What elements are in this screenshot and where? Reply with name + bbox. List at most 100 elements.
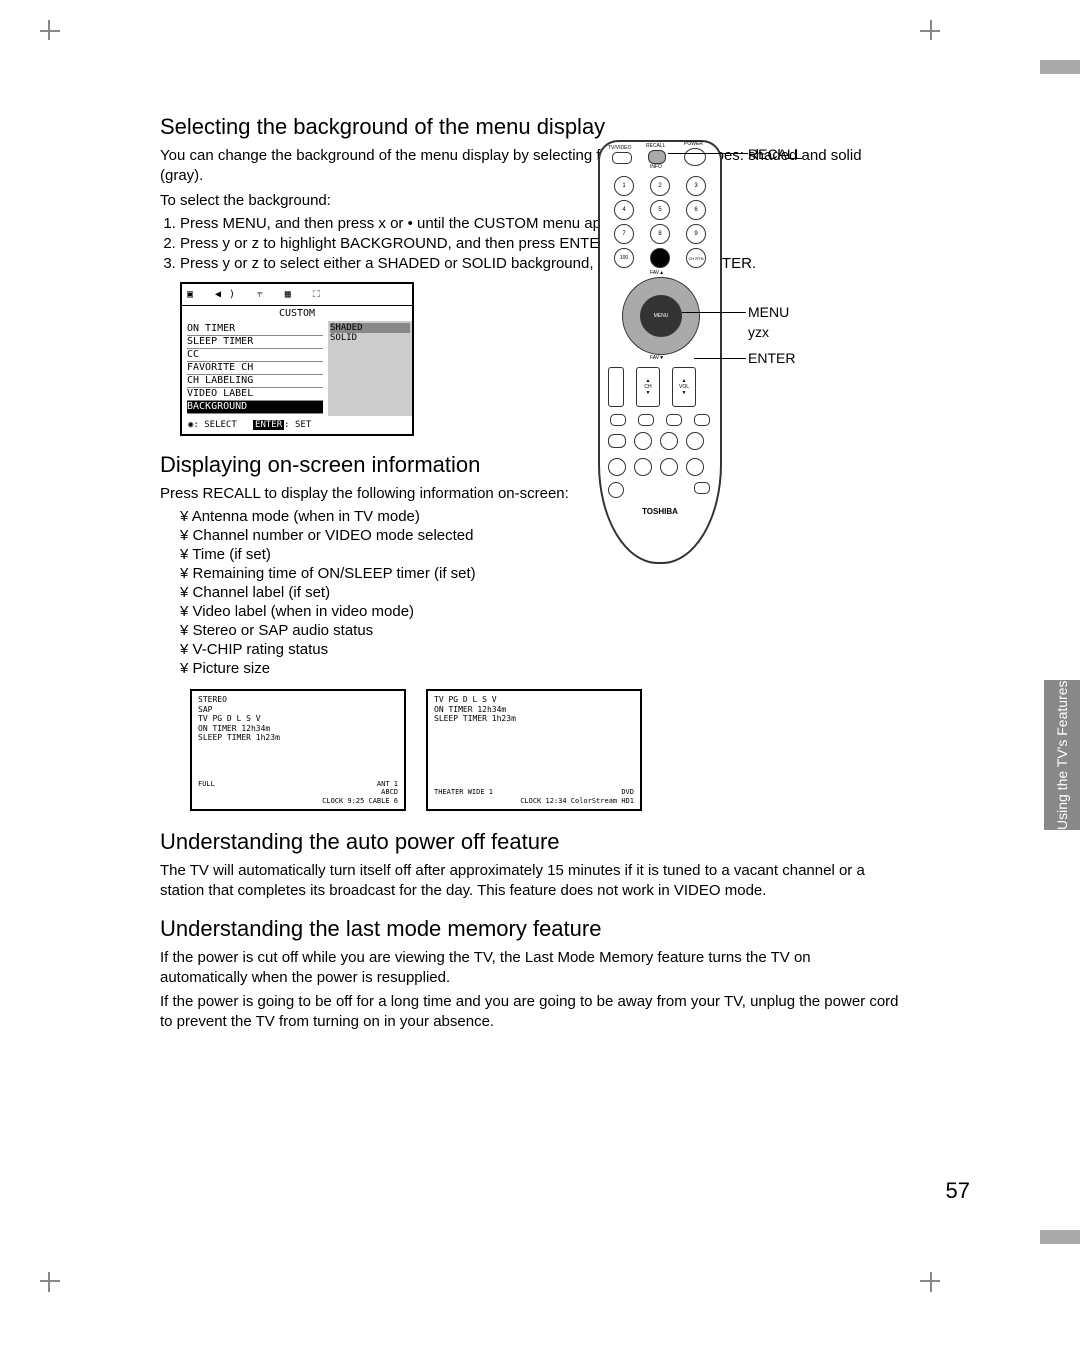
screen-a-brm: CLOCK 9:25 CABLE 6 (322, 797, 398, 805)
numpad-7: 7 (614, 224, 634, 244)
play-button (686, 432, 704, 450)
numpad-8: 8 (650, 224, 670, 244)
rew-button (608, 458, 626, 476)
osd-item: V-CHIP rating status (180, 641, 900, 658)
page-number: 57 (946, 1178, 970, 1204)
sleep-button (694, 414, 710, 426)
menu-item: CH LABELING (187, 375, 323, 388)
menu-item-highlighted: BACKGROUND (187, 401, 323, 414)
menu-item: VIDEO LABEL (187, 388, 323, 401)
screen-b-line: ON TIMER 12h34m (434, 705, 634, 715)
osd-item: Channel label (if set) (180, 584, 900, 601)
menu-footer: ◉: SELECT ENTER: SET (182, 416, 412, 434)
menu-options: SHADED SOLID (328, 321, 412, 416)
osd-item: Antenna mode (when in TV mode) (180, 508, 900, 525)
page: Selecting the background of the menu dis… (0, 0, 1080, 1364)
menu-title: CUSTOM (182, 306, 412, 321)
skipf-button (686, 458, 704, 476)
cropmark (48, 1272, 50, 1292)
stop-button (660, 432, 678, 450)
screen-a-line: ON TIMER 12h34m (198, 724, 398, 734)
screen-a-line: SAP (198, 705, 398, 715)
screen-a-line: TV PG D L S V (198, 714, 398, 724)
osd-item: Video label (when in video mode) (180, 603, 900, 620)
screen-b-line: SLEEP TIMER 1h23m (434, 714, 634, 724)
screen-b-brm: CLOCK 12:34 ColorStream HD1 (520, 797, 634, 805)
heading-lastmode: Understanding the last mode memory featu… (160, 916, 900, 942)
numpad-3: 3 (686, 176, 706, 196)
autooff-body: The TV will automatically turn itself of… (160, 861, 900, 902)
numpad-6: 6 (686, 200, 706, 220)
power-button (684, 148, 706, 166)
cropmark (48, 20, 50, 40)
menu-option-solid: SOLID (330, 333, 410, 343)
numpad-5: 5 (650, 200, 670, 220)
menu-item: FAVORITE CH (187, 362, 323, 375)
heading-osd: Displaying on-screen information (160, 452, 900, 478)
registration-mark (1040, 1230, 1080, 1244)
osd-list: Antenna mode (when in TV mode) Channel n… (180, 508, 900, 677)
menu-footer-select: : SELECT (193, 420, 236, 430)
recall-label: RECALL (646, 143, 665, 149)
lastmode-p1: If the power is cut off while you are vi… (160, 948, 900, 989)
remote-brand: TOSHIBA (600, 507, 720, 516)
numpad-1: 1 (614, 176, 634, 196)
osd-screen-b: TV PG D L S V ON TIMER 12h34m SLEEP TIME… (426, 689, 642, 811)
menu-footer-set: : SET (284, 420, 311, 430)
callout-arrows: yzx (748, 324, 769, 340)
chrtn-button: CH RTN (686, 248, 706, 268)
remote-illustration: TV/VIDEO RECALL POWER INFO 1 2 3 4 5 6 7… (598, 140, 722, 564)
mute-button (666, 414, 682, 426)
remote-body: TV/VIDEO RECALL POWER INFO 1 2 3 4 5 6 7… (598, 140, 722, 564)
osd-intro: Press RECALL to display the following in… (160, 484, 900, 504)
osd-item: Channel number or VIDEO mode selected (180, 527, 900, 544)
callout-line-recall (668, 153, 748, 154)
screen-a-line: SLEEP TIMER 1h23m (198, 733, 398, 743)
skip-button (660, 458, 678, 476)
bg-step-2: Press y or z to highlight BACKGROUND, an… (180, 235, 900, 252)
main-content: Selecting the background of the menu dis… (160, 100, 900, 1037)
screen-a-bl: FULL (198, 780, 215, 805)
menu-icon-row: ▣ ◀) ⫧ ▦ ⛶ (182, 284, 412, 306)
screen-a-brt: ANT 1 ABCD (377, 780, 398, 796)
vol-rocker: ▲VOL▼ (672, 367, 696, 407)
numpad-9: 9 (686, 224, 706, 244)
numpad-0 (650, 248, 670, 268)
osd-screen-a: STEREO SAP TV PG D L S V ON TIMER 12h34m… (190, 689, 406, 811)
osd-item: Time (if set) (180, 546, 900, 563)
popdirect-button (610, 414, 626, 426)
ff-button (634, 458, 652, 476)
tvvcr-button (608, 434, 626, 448)
osd-item: Picture size (180, 660, 900, 677)
osd-screens: STEREO SAP TV PG D L S V ON TIMER 12h34m… (190, 689, 900, 811)
info-label: INFO (650, 164, 662, 170)
numpad-2: 2 (650, 176, 670, 196)
bg-steps: Press MENU, and then press x or • until … (180, 215, 900, 272)
ch-button (638, 414, 654, 426)
callout-enter: ENTER (748, 350, 795, 366)
chscan-button (608, 482, 624, 498)
registration-mark (1040, 60, 1080, 74)
menu-option-shaded: SHADED (330, 323, 410, 333)
osd-item: Stereo or SAP audio status (180, 622, 900, 639)
lastmode-p2: If the power is going to be off for a lo… (160, 992, 900, 1033)
cropmark (930, 1272, 932, 1292)
callout-line-enter (694, 358, 746, 359)
favup-label: FAV▲ (650, 270, 664, 276)
callout-recall: RECALL (748, 146, 802, 162)
menu-items: ON TIMER SLEEP TIMER CC FAVORITE CH CH L… (182, 321, 328, 416)
sidebar-tab: Using the TV's Features (1044, 680, 1080, 830)
cropmark (40, 1280, 60, 1282)
numpad-100: 100 (614, 248, 634, 268)
tvvideo-label: TV/VIDEO (608, 145, 631, 151)
heading-autooff: Understanding the auto power off feature (160, 829, 900, 855)
numpad-4: 4 (614, 200, 634, 220)
ch-rocker: ▲CH▼ (636, 367, 660, 407)
menu-item: ON TIMER (187, 323, 323, 336)
callout-line-menu (682, 312, 746, 313)
bg-step-1: Press MENU, and then press x or • until … (180, 215, 900, 232)
screen-b-bl: THEATER WIDE 1 (434, 788, 493, 805)
heading-background: Selecting the background of the menu dis… (160, 114, 900, 140)
cropmark (40, 30, 60, 32)
screen-a-line: STEREO (198, 695, 398, 705)
